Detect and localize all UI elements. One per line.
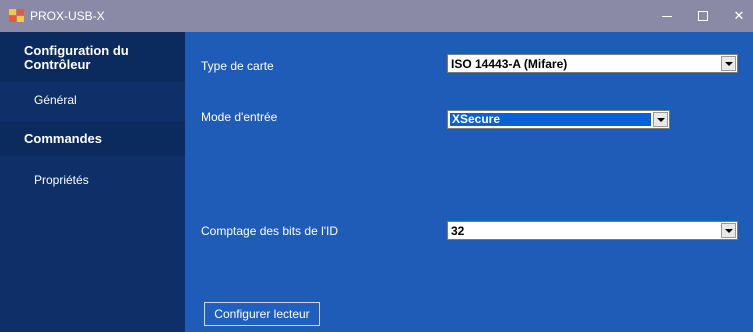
input-mode-select[interactable]: XSecure [447, 110, 670, 129]
close-button[interactable]: ✕ [721, 0, 753, 32]
minimize-icon [662, 15, 672, 17]
chevron-down-icon[interactable] [721, 223, 736, 238]
card-type-label: Type de carte [201, 59, 274, 73]
sidebar-item-proprietes[interactable]: Propriétés [34, 173, 89, 187]
sidebar-section-commandes[interactable]: Commandes [0, 122, 185, 156]
title-bar: PROX-USB-X ✕ [0, 0, 753, 32]
input-mode-label: Mode d'entrée [201, 110, 278, 124]
settings-panel [185, 32, 753, 332]
sidebar-section-configuration[interactable]: Configuration du Contrôleur [0, 32, 185, 82]
chevron-down-icon[interactable] [721, 56, 736, 71]
input-mode-value: XSecure [450, 113, 651, 126]
configure-reader-button[interactable]: Configurer lecteur [204, 302, 320, 326]
app-grid-icon [9, 9, 24, 23]
minimize-button[interactable] [649, 0, 685, 32]
sidebar-section-label: Commandes [24, 131, 103, 146]
bit-count-value: 32 [451, 223, 465, 238]
sidebar-section-label: Configuration du Contrôleur [24, 43, 129, 72]
maximize-button[interactable] [685, 0, 721, 32]
chevron-down-icon[interactable] [653, 112, 668, 127]
window-title: PROX-USB-X [30, 9, 105, 23]
card-type-select[interactable]: ISO 14443-A (Mifare) [447, 54, 738, 73]
card-type-value: ISO 14443-A (Mifare) [451, 56, 568, 71]
sidebar-item-general[interactable]: Général [34, 93, 77, 107]
bit-count-label: Comptage des bits de l'ID [201, 224, 339, 238]
sidebar: Configuration du Contrôleur Général Comm… [0, 32, 185, 332]
close-icon: ✕ [733, 8, 745, 23]
maximize-icon [698, 11, 708, 21]
bit-count-select[interactable]: 32 [447, 221, 738, 240]
